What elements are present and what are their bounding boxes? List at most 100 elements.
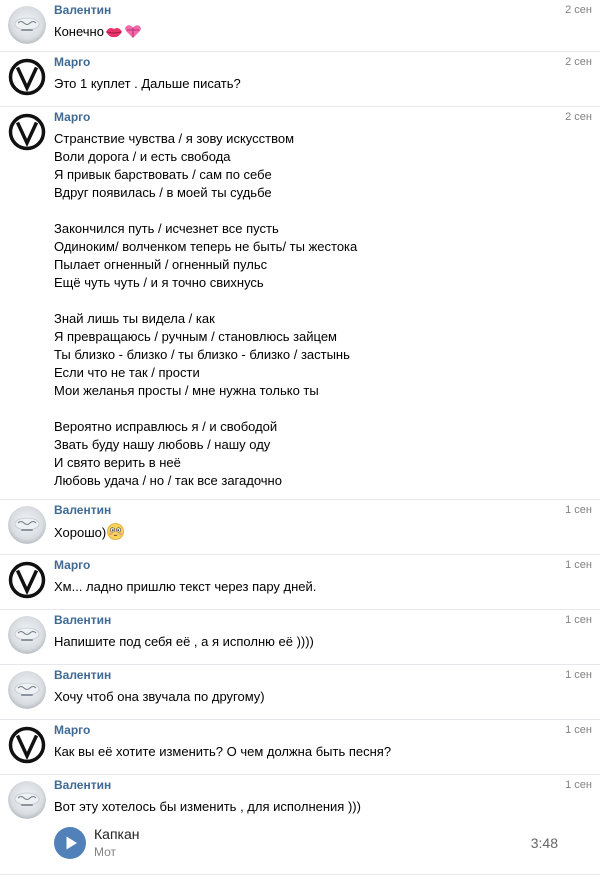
message-row: Валентин 1 сен Хочу чтоб она звучала по др… <box>0 665 600 720</box>
message-line-text: Я привык барствовать / сам по себе <box>54 167 272 182</box>
message-date[interactable]: 1 сен <box>565 558 592 572</box>
audio-track-artist[interactable]: Мот <box>94 844 116 860</box>
message-line: Хорошо) <box>54 523 580 541</box>
message-line: И свято верить в неё <box>54 454 580 472</box>
play-button[interactable] <box>54 827 86 859</box>
message-line: Это 1 куплет . Дальше писать? <box>54 75 580 93</box>
valentin-avatar[interactable] <box>8 506 46 544</box>
message-line-text: Вот эту хотелось бы изменить , для испол… <box>54 799 361 814</box>
margo-avatar[interactable] <box>8 726 46 764</box>
message-line: Ещё чуть чуть / и я точно свихнусь <box>54 274 580 292</box>
message-line-text: Одиноким/ волченком теперь не быть/ ты ж… <box>54 239 358 254</box>
message-line-text: Любовь удача / но / так все загадочно <box>54 473 282 488</box>
message-author[interactable]: Марго <box>54 558 90 572</box>
message-line: Воли дорога / и есть свобода <box>54 148 580 166</box>
message-line-text: Звать буду нашу любовь / нашу оду <box>54 437 271 452</box>
message-line: Если что не так / прости <box>54 364 580 382</box>
message-line-text: Как вы её хотите изменить? О чем должна … <box>54 744 392 759</box>
message-row: Марго 2 сен Это 1 куплет . Дальше писать? <box>0 52 600 107</box>
message-author[interactable]: Марго <box>54 55 90 69</box>
message-line: Пылает огненный / огненный пульс <box>54 256 580 274</box>
message-author[interactable]: Валентин <box>54 503 111 517</box>
message-text: Это 1 куплет . Дальше писать? <box>54 75 580 93</box>
message-text: Хочу чтоб она звучала по другому) <box>54 688 580 706</box>
message-text: Конечно <box>54 23 580 41</box>
message-date[interactable]: 1 сен <box>565 668 592 682</box>
message-line: Вдруг появилась / в моей ты судьбе <box>54 184 580 202</box>
message-line: Конечно <box>54 23 580 41</box>
audio-attachment[interactable]: Капкан Мот 3:48 <box>54 825 558 863</box>
message-line: Одиноким/ волченком теперь не быть/ ты ж… <box>54 238 580 256</box>
message-author[interactable]: Валентин <box>54 668 111 682</box>
message-row: Валентин 1 сен Напишите под себя её , а я … <box>0 610 600 665</box>
message-text: Вот эту хотелось бы изменить , для испол… <box>54 798 580 816</box>
message-line <box>54 400 580 418</box>
message-line: Я привык барствовать / сам по себе <box>54 166 580 184</box>
message-line-text: Вероятно исправлюсь я / и свободой <box>54 419 278 434</box>
message-line-text: Воли дорога / и есть свобода <box>54 149 231 164</box>
message-row: Валентин 1 сен Вот эту хотелось бы изменит… <box>0 775 600 875</box>
message-date[interactable]: 2 сен <box>565 110 592 124</box>
message-line: Любовь удача / но / так все загадочно <box>54 472 580 490</box>
message-line: Закончился путь / исчезнет все пусть <box>54 220 580 238</box>
message-author[interactable]: Валентин <box>54 3 111 17</box>
message-date[interactable]: 1 сен <box>565 778 592 792</box>
message-row: Марго 1 сен Хм... ладно пришлю текст через… <box>0 555 600 610</box>
play-icon <box>66 836 77 850</box>
valentin-avatar[interactable] <box>8 616 46 654</box>
message-line-text: Мои желанья просты / мне нужна только ты <box>54 383 319 398</box>
message-line-text: Хорошо) <box>54 525 107 540</box>
message-date[interactable]: 1 сен <box>565 613 592 627</box>
message-feed: Валентин 2 сен Конечно Марго 2 сен Это 1 куп… <box>0 0 600 880</box>
heart-gift-icon <box>124 23 142 44</box>
message-text: Странствие чувства / я зову искусством Во… <box>54 130 580 490</box>
message-author[interactable]: Марго <box>54 110 90 124</box>
message-line: Вот эту хотелось бы изменить , для испол… <box>54 798 580 816</box>
message-line: Я превращаюсь / ручным / становлюсь зайц… <box>54 328 580 346</box>
message-text: Напишите под себя её , а я исполню её ))… <box>54 633 580 651</box>
message-date[interactable]: 2 сен <box>565 3 592 17</box>
message-line: Напишите под себя её , а я исполню её ))… <box>54 633 580 651</box>
blushing-face-icon <box>107 523 125 545</box>
message-author[interactable]: Валентин <box>54 613 111 627</box>
message-row: Марго 2 сен Странствие чувства / я зову ис… <box>0 107 600 500</box>
message-line: Звать буду нашу любовь / нашу оду <box>54 436 580 454</box>
message-author[interactable]: Марго <box>54 723 90 737</box>
message-line: Странствие чувства / я зову искусством <box>54 130 580 148</box>
valentin-avatar[interactable] <box>8 6 46 44</box>
message-date[interactable]: 1 сен <box>565 723 592 737</box>
message-line <box>54 202 580 220</box>
message-date[interactable]: 2 сен <box>565 55 592 69</box>
message-line-text: Ещё чуть чуть / и я точно свихнусь <box>54 275 264 290</box>
message-text: Хм... ладно пришлю текст через пару дней… <box>54 578 580 596</box>
message-line-text: Если что не так / прости <box>54 365 200 380</box>
message-line: Хм... ладно пришлю текст через пару дней… <box>54 578 580 596</box>
margo-avatar[interactable] <box>8 58 46 96</box>
message-line: Ты близко - близко / ты близко - близко … <box>54 346 580 364</box>
message-line-text: Закончился путь / исчезнет все пусть <box>54 221 279 236</box>
message-line-text: И свято верить в неё <box>54 455 181 470</box>
message-line-text: Пылает огненный / огненный пульс <box>54 257 268 272</box>
audio-track-title[interactable]: Капкан <box>94 825 139 843</box>
message-line-text: Это 1 куплет . Дальше писать? <box>54 76 241 91</box>
valentin-avatar[interactable] <box>8 781 46 819</box>
message-line-text: Хочу чтоб она звучала по другому) <box>54 689 265 704</box>
message-row: Валентин 1 сен Хорошо) <box>0 500 600 555</box>
message-row: Валентин 2 сен Конечно <box>0 0 600 52</box>
message-line-text: Знай лишь ты видела / как <box>54 311 215 326</box>
message-text: Как вы её хотите изменить? О чем должна … <box>54 743 580 761</box>
message-line: Знай лишь ты видела / как <box>54 310 580 328</box>
valentin-avatar[interactable] <box>8 671 46 709</box>
margo-avatar[interactable] <box>8 561 46 599</box>
message-line-text: Вдруг появилась / в моей ты судьбе <box>54 185 272 200</box>
message-date[interactable]: 1 сен <box>565 503 592 517</box>
message-line: Мои желанья просты / мне нужна только ты <box>54 382 580 400</box>
kiss-lips-icon <box>105 25 123 44</box>
margo-avatar[interactable] <box>8 113 46 151</box>
message-line-text: Хм... ладно пришлю текст через пару дней… <box>54 579 317 594</box>
message-author[interactable]: Валентин <box>54 778 111 792</box>
message-line-text: Напишите под себя её , а я исполню её ))… <box>54 634 314 649</box>
message-row: Марго 1 сен Как вы её хотите изменить? О ч… <box>0 720 600 775</box>
message-line-text: Ты близко - близко / ты близко - близко … <box>54 347 350 362</box>
message-line <box>54 292 580 310</box>
